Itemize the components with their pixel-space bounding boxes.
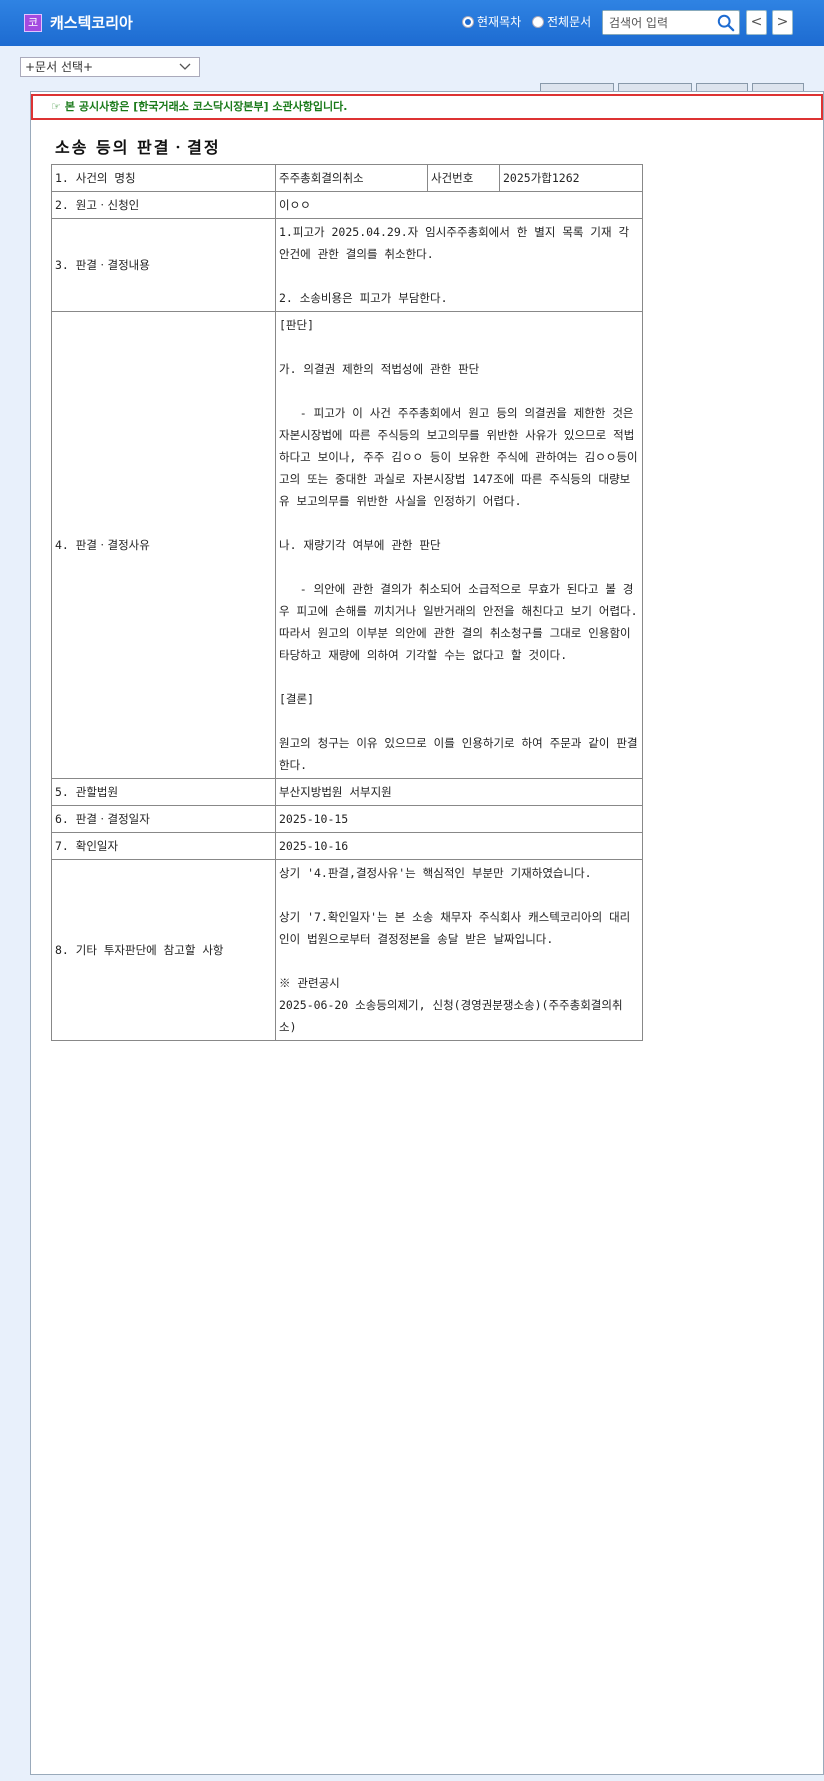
row-value: 1.피고가 2025.04.29.자 임시주주총회에서 한 별지 목록 기재 각… [275, 218, 643, 312]
row-label: 8. 기타 투자판단에 참고할 사항 [51, 859, 276, 1041]
row-value: [판단] 가. 의결권 제한의 적법성에 관한 판단 - 피고가 이 사건 주주… [275, 311, 643, 779]
document-select[interactable]: +문서 선택+ [20, 57, 200, 77]
scope-all-option[interactable]: 전체문서 [532, 13, 591, 30]
row-value: 주주총회결의취소 [275, 164, 428, 192]
scope-all-label: 전체문서 [547, 15, 592, 29]
search-input[interactable] [603, 11, 713, 34]
table-row: 3. 판결ㆍ결정내용 1.피고가 2025.04.29.자 임시주주총회에서 한… [51, 218, 643, 312]
chevron-down-icon [179, 63, 191, 70]
row-value: 2025-10-16 [275, 832, 643, 860]
jurisdiction-notice: ☞ 본 공시사항은 [한국거래소 코스닥시장본부] 소관사항입니다. [31, 94, 823, 120]
row-label: 7. 확인일자 [51, 832, 276, 860]
company-logo-icon: 코 [24, 13, 42, 32]
document-title: 소송 등의 판결ㆍ결정 [55, 138, 221, 157]
row-sub-value: 2025가합1262 [499, 164, 643, 192]
row-label: 2. 원고ㆍ신청인 [51, 191, 276, 219]
row-value: 부산지방법원 서부지원 [275, 778, 643, 806]
row-value: 상기 '4.판결,결정사유'는 핵심적인 부분만 기재하였습니다. 상기 '7.… [275, 859, 643, 1041]
scope-current-radio[interactable] [462, 15, 474, 28]
scope-current-label: 현재목차 [477, 15, 522, 29]
row-label: 5. 관할법원 [51, 778, 276, 806]
row-label: 3. 판결ㆍ결정내용 [51, 218, 276, 312]
document-select-value: +문서 선택+ [25, 60, 94, 74]
disclosure-table: 1. 사건의 명칭 주주총회결의취소 사건번호 2025가합1262 2. 원고… [51, 164, 643, 1041]
table-row: 2. 원고ㆍ신청인 이ㅇㅇ [51, 191, 643, 219]
next-result-button[interactable]: > [772, 10, 793, 35]
scope-all-radio[interactable] [532, 15, 544, 28]
scope-current-option[interactable]: 현재목차 [462, 13, 521, 30]
search-box [602, 10, 740, 35]
company-name: 캐스텍코리아 [50, 14, 133, 32]
prev-result-button[interactable]: < [746, 10, 767, 35]
table-row: 8. 기타 투자판단에 참고할 사항 상기 '4.판결,결정사유'는 핵심적인 … [51, 859, 643, 1041]
table-row: 7. 확인일자 2025-10-16 [51, 832, 643, 860]
table-row: 1. 사건의 명칭 주주총회결의취소 사건번호 2025가합1262 [51, 164, 643, 192]
row-value: 2025-10-15 [275, 805, 643, 833]
row-label: 4. 판결ㆍ결정사유 [51, 311, 276, 779]
document-frame: ☞ 본 공시사항은 [한국거래소 코스닥시장본부] 소관사항입니다. 소송 등의 … [30, 91, 824, 1775]
search-icon[interactable] [717, 14, 735, 32]
row-value: 이ㅇㅇ [275, 191, 643, 219]
table-row: 5. 관할법원 부산지방법원 서부지원 [51, 778, 643, 806]
row-sub-label: 사건번호 [427, 164, 500, 192]
row-label: 1. 사건의 명칭 [51, 164, 276, 192]
row-label: 6. 판결ㆍ결정일자 [51, 805, 276, 833]
app-brand: 코 캐스텍코리아 [24, 12, 133, 33]
top-bar: 코 캐스텍코리아 현재목차 전체문서 < > [0, 0, 824, 46]
notice-text: 본 공시사항은 [한국거래소 코스닥시장본부] 소관사항입니다. [64, 100, 348, 113]
pointing-hand-icon: ☞ [51, 100, 61, 113]
table-row: 6. 판결ㆍ결정일자 2025-10-15 [51, 805, 643, 833]
table-row: 4. 판결ㆍ결정사유 [판단] 가. 의결권 제한의 적법성에 관한 판단 - … [51, 311, 643, 779]
